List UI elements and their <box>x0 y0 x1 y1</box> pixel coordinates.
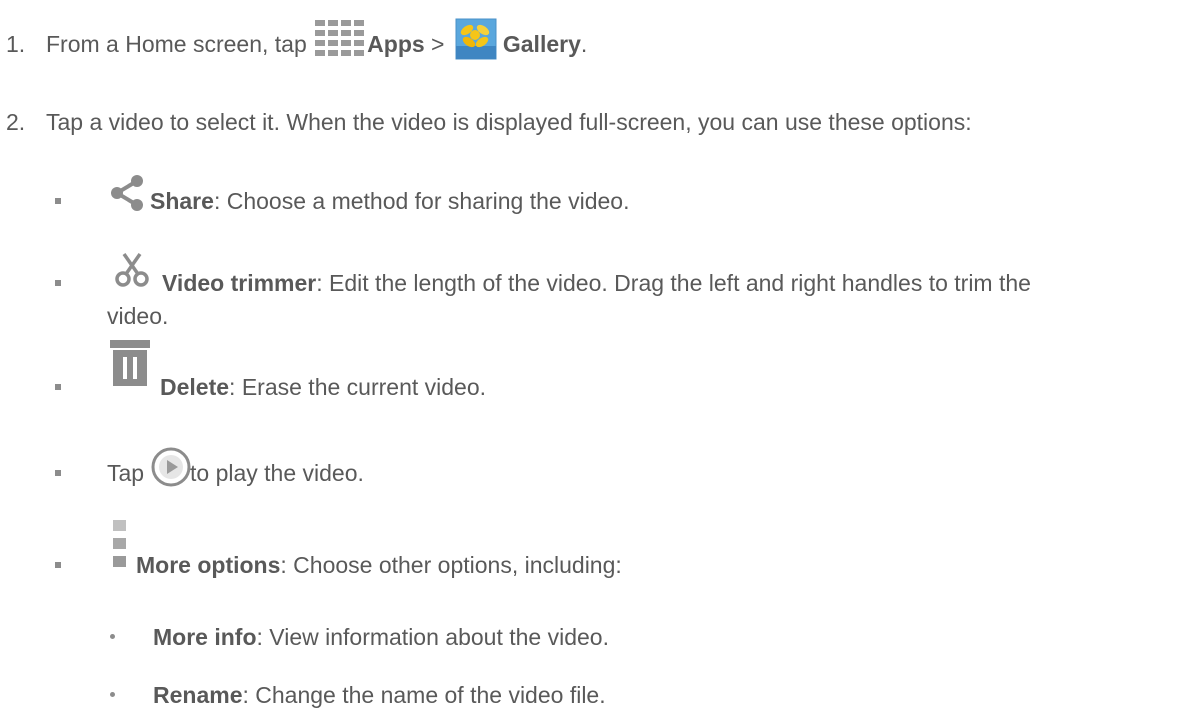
option-video-trimmer-line2: video. <box>107 303 169 329</box>
sub-option-label: More info <box>153 624 257 650</box>
sub-option-more-info: More info: View information about the vi… <box>153 622 609 652</box>
option-text: : Erase the current video. <box>229 374 487 400</box>
sub-option-rename: Rename: Change the name of the video fil… <box>153 680 606 710</box>
option-text: : Choose other options, including: <box>280 552 622 578</box>
option-label: More options <box>136 552 281 578</box>
scissors-icon <box>115 252 149 287</box>
bullet <box>55 384 61 390</box>
sub-option-text: : Change the name of the video file. <box>242 682 606 708</box>
step-text: Tap a video to select it. When the video… <box>46 109 972 135</box>
bullet <box>55 562 61 568</box>
sub-bullet <box>110 634 115 639</box>
bullet <box>55 280 61 286</box>
more-options-icon <box>113 520 126 567</box>
option-delete: Delete: Erase the current video. <box>160 372 486 402</box>
step-1: 1. From a Home screen, tap Apps > Gallery… <box>6 18 587 60</box>
share-icon <box>111 175 143 211</box>
step-number: 1. <box>6 31 26 57</box>
bullet <box>55 470 61 476</box>
option-label: Delete <box>160 374 230 400</box>
apps-label: Apps <box>367 31 425 57</box>
sub-bullet <box>110 692 115 697</box>
option-play: to play the video. <box>190 460 364 486</box>
sub-option-text: : View information about the video. <box>256 624 609 650</box>
step-2: 2. Tap a video to select it. When the vid… <box>6 107 972 137</box>
bullet <box>55 198 61 204</box>
option-label: Share <box>150 188 214 214</box>
apps-grid-icon <box>313 20 367 58</box>
option-text: : Edit the length of the video. Drag the… <box>316 270 1031 296</box>
sub-option-label: Rename <box>153 682 243 708</box>
gallery-icon <box>455 18 497 60</box>
separator: > <box>424 31 451 57</box>
gallery-label: Gallery <box>502 31 581 57</box>
option-share: Share: Choose a method for sharing the v… <box>150 186 629 216</box>
step-text: From a Home screen, tap <box>46 31 314 57</box>
option-text: : Choose a method for sharing the video. <box>213 188 630 214</box>
option-label: Video trimmer <box>162 270 317 296</box>
play-circle-icon <box>151 447 191 487</box>
step-end: . <box>580 31 588 57</box>
option-play-prefix: Tap <box>107 460 145 486</box>
trash-icon <box>110 340 150 386</box>
option-more-options: More options: Choose other options, incl… <box>136 550 622 580</box>
option-video-trimmer: Video trimmer: Edit the length of the vi… <box>162 268 1031 298</box>
step-number: 2. <box>6 109 26 135</box>
